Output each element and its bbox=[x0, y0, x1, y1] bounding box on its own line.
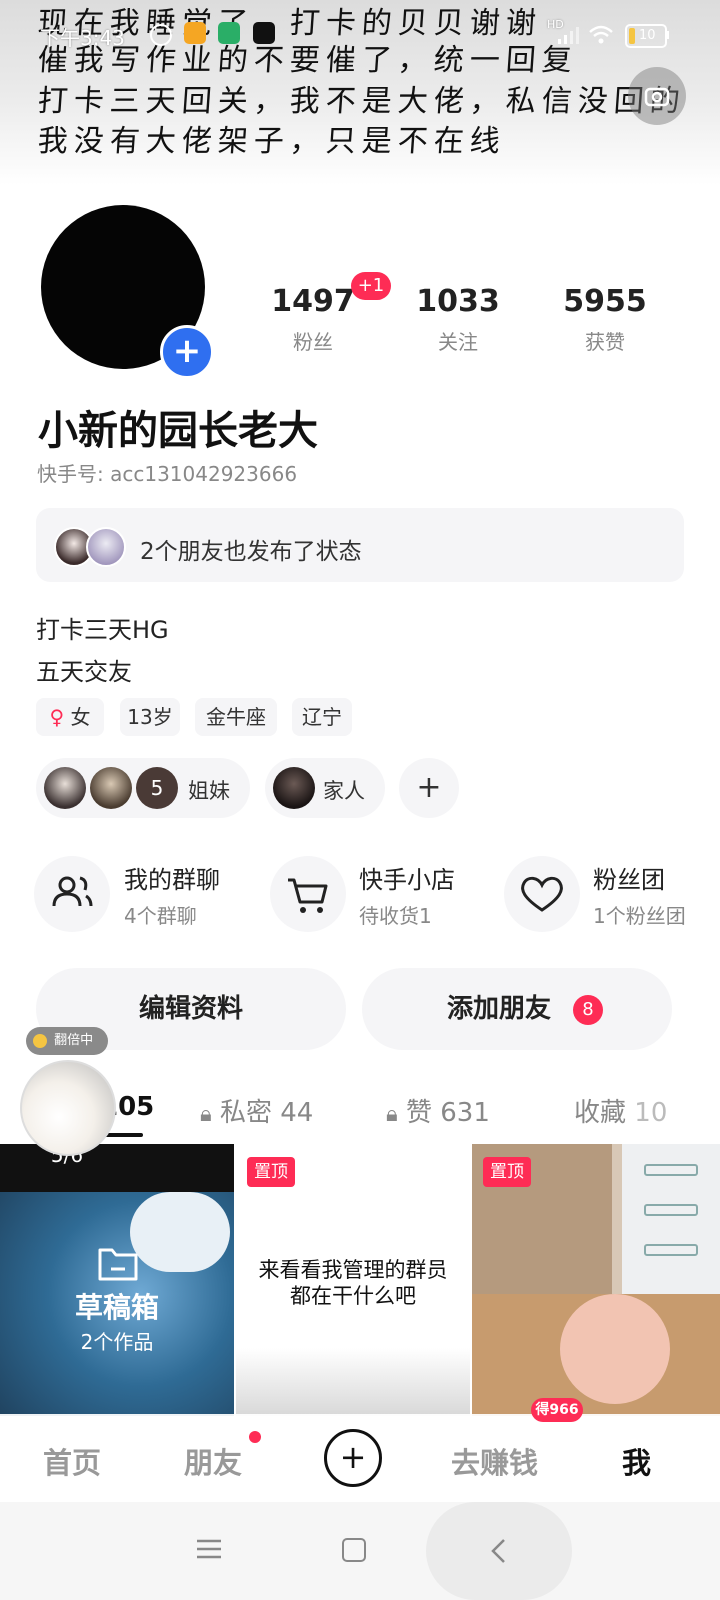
add-friend-badge: 8 bbox=[573, 995, 603, 1025]
following-label[interactable]: 关注 bbox=[393, 326, 523, 355]
battery-level: 10 bbox=[639, 28, 656, 43]
alarm-icon bbox=[150, 24, 172, 46]
signal-icon bbox=[558, 27, 579, 44]
member-count: 5 bbox=[136, 767, 178, 809]
add-friend-button[interactable]: 添加朋友 bbox=[362, 968, 672, 1050]
pinned-badge: 置顶 bbox=[247, 1157, 295, 1187]
capcut-icon bbox=[253, 22, 275, 44]
friends-dot bbox=[249, 1431, 261, 1443]
group-chat-icon bbox=[52, 876, 93, 907]
tab-private[interactable]: 🔒︎ 私密 44 bbox=[200, 1092, 313, 1129]
heart-icon bbox=[521, 876, 563, 912]
profile-name: 小新的园长老大 bbox=[38, 408, 318, 454]
group-chat-title[interactable]: 我的群聊 bbox=[124, 860, 220, 895]
bio-line: 打卡三天HG bbox=[36, 616, 169, 644]
group-family[interactable]: 家人 bbox=[265, 758, 385, 818]
folder-icon bbox=[98, 1248, 138, 1281]
group-chat-button[interactable] bbox=[34, 856, 110, 932]
status-time: 下午3:43 bbox=[40, 26, 125, 50]
double-badge[interactable]: 翻倍中 bbox=[26, 1027, 108, 1055]
fan-club-title[interactable]: 粉丝团 bbox=[593, 860, 665, 895]
floating-widget-avatar[interactable] bbox=[20, 1060, 116, 1156]
lock-icon: 🔒︎ bbox=[386, 1102, 398, 1127]
tab-favorites[interactable]: 收藏 10 bbox=[574, 1092, 667, 1129]
shop-sub: 待收货1 bbox=[359, 904, 432, 928]
new-fans-badge: +1 bbox=[351, 272, 391, 300]
drafts-title: 草稿箱 bbox=[74, 1291, 159, 1324]
banner-line: 我没有大佬架子，只是不在线 bbox=[36, 124, 507, 159]
friend-avatar bbox=[86, 527, 126, 567]
account-id[interactable]: 快手号: acc131042923666 bbox=[37, 458, 297, 487]
lock-icon: 🔒︎ bbox=[200, 1102, 212, 1127]
group-sisters[interactable]: 5 姐妹 bbox=[36, 758, 250, 818]
battery-tip bbox=[666, 31, 669, 39]
fans-label[interactable]: 粉丝 bbox=[248, 326, 378, 355]
nav-home[interactable]: 首页 bbox=[43, 1440, 101, 1482]
bio-line: 五天交友 bbox=[36, 658, 132, 686]
shop-title[interactable]: 快手小店 bbox=[359, 860, 455, 895]
fan-club-sub: 1个粉丝团 bbox=[593, 904, 686, 928]
create-button[interactable]: + bbox=[324, 1429, 382, 1487]
group-label: 姐妹 bbox=[188, 779, 230, 803]
battery-icon: 10 bbox=[625, 24, 667, 48]
cart-icon bbox=[288, 878, 328, 913]
likes-count[interactable]: 5955 bbox=[540, 284, 670, 319]
following-count[interactable]: 1033 bbox=[393, 284, 523, 319]
member-avatar bbox=[44, 767, 86, 809]
pinned-badge: 置顶 bbox=[483, 1157, 531, 1187]
drafts-sub: 2个作品 bbox=[80, 1330, 154, 1354]
member-avatar bbox=[90, 767, 132, 809]
menu-icon[interactable] bbox=[196, 1538, 222, 1560]
drawers-image bbox=[622, 1144, 720, 1314]
back-button[interactable] bbox=[426, 1502, 572, 1600]
change-cover-button[interactable] bbox=[628, 67, 686, 125]
likes-label[interactable]: 获赞 bbox=[540, 326, 670, 355]
tag-gender: ♀ 女 bbox=[36, 698, 104, 736]
wifi-icon bbox=[589, 25, 613, 44]
wechat-icon bbox=[218, 22, 240, 44]
nav-friends[interactable]: 朋友 bbox=[184, 1440, 242, 1482]
tab-liked[interactable]: 🔒︎ 赞 631 bbox=[386, 1092, 490, 1129]
shop-button[interactable] bbox=[270, 856, 346, 932]
cinnamoroll-image bbox=[130, 1192, 230, 1272]
coin-icon bbox=[33, 1033, 47, 1048]
member-avatar bbox=[273, 767, 315, 809]
female-icon: ♀ bbox=[49, 705, 65, 729]
avatar-add-icon[interactable]: + bbox=[160, 325, 214, 379]
nav-earn[interactable]: 去赚钱 bbox=[451, 1440, 538, 1482]
tag-zodiac: 金牛座 bbox=[195, 698, 277, 736]
friends-status-text: 2个朋友也发布了状态 bbox=[140, 539, 362, 565]
banner-line: 打卡三天回关，我不是大佬，私信没回的 bbox=[36, 84, 687, 119]
message-app-icon bbox=[184, 22, 206, 44]
drafts-cell[interactable]: 草稿箱 2个作品 bbox=[0, 1144, 234, 1416]
fan-club-button[interactable] bbox=[504, 856, 580, 932]
back-chevron-icon bbox=[491, 1539, 505, 1563]
tag-age: 13岁 bbox=[120, 698, 180, 736]
nav-me[interactable]: 我 bbox=[622, 1440, 651, 1482]
earn-badge: 得966 bbox=[531, 1398, 583, 1422]
video-text: 都在干什么吧 bbox=[290, 1284, 416, 1308]
camera-icon bbox=[644, 87, 670, 107]
add-group-button[interactable]: + bbox=[399, 758, 459, 818]
character-image bbox=[560, 1294, 670, 1404]
group-chat-sub: 4个群聊 bbox=[124, 904, 197, 928]
add-friend-label: 添加朋友 bbox=[446, 994, 551, 1024]
group-label: 家人 bbox=[323, 779, 365, 803]
tag-location: 辽宁 bbox=[292, 698, 352, 736]
home-square-icon[interactable] bbox=[342, 1538, 366, 1562]
